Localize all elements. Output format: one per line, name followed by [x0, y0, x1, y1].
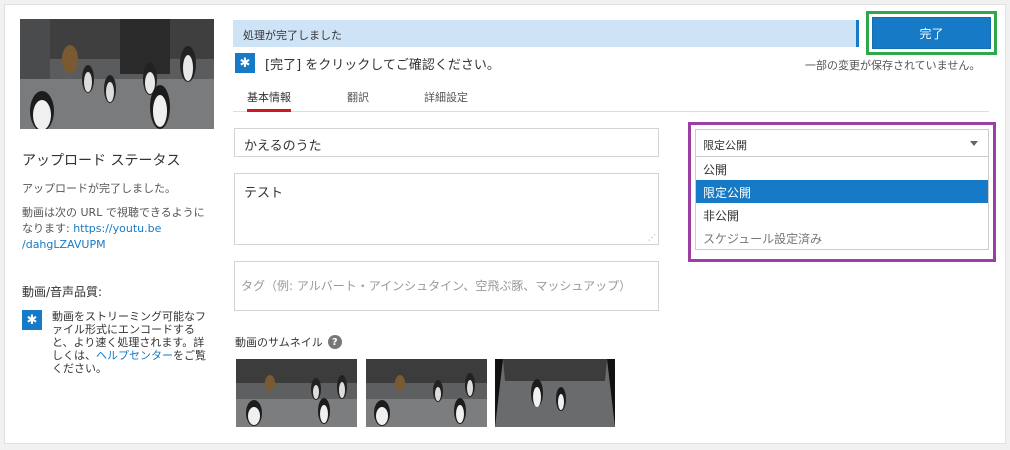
- help-center-link[interactable]: ヘルプセンター: [96, 349, 173, 362]
- penguin-thumbnail-image: [495, 359, 615, 427]
- quality-title: 動画/音声品質:: [22, 285, 103, 299]
- resize-handle-icon[interactable]: ⋰: [648, 233, 656, 242]
- confirm-text: [完了] をクリックしてご確認ください。: [265, 57, 500, 73]
- upload-sidebar: アップロード ステータス アップロードが完了しました。 動画は次の URL で視…: [22, 150, 212, 375]
- penguin-thumbnail-image: [236, 359, 357, 427]
- privacy-select[interactable]: 限定公開: [695, 129, 989, 157]
- tab-bar: 基本情報 翻訳 詳細設定: [233, 86, 989, 112]
- tab-basic-info[interactable]: 基本情報: [247, 89, 291, 112]
- video-url-link-part1[interactable]: https://youtu.be: [73, 222, 161, 235]
- privacy-option-unlisted[interactable]: 限定公開: [696, 180, 988, 203]
- processing-status-bar: 処理が完了しました: [233, 20, 859, 47]
- penguin-scene-image: [20, 19, 214, 129]
- star-icon: ✱: [22, 310, 42, 330]
- privacy-option-private[interactable]: 非公開: [696, 203, 988, 226]
- quality-info: ✱ 動画をストリーミング可能なファイル形式にエンコードすると、より速く処理されま…: [22, 310, 212, 375]
- thumbnails-label: 動画のサムネイル ?: [235, 334, 342, 350]
- confirm-message: ✱ [完了] をクリックしてご確認ください。: [235, 53, 500, 73]
- tags-input[interactable]: タグ（例: アルバート・アインシュタイン、空飛ぶ豚、マッシュアップ）: [234, 261, 659, 311]
- upload-done-text: アップロードが完了しました。: [22, 182, 176, 195]
- quality-text: 動画をストリーミング可能なファイル形式にエンコードすると、より速く処理されます。…: [52, 310, 212, 375]
- done-button-highlight: 完了: [866, 11, 997, 55]
- penguin-thumbnail-image: [366, 359, 487, 427]
- unsaved-changes-text: 一部の変更が保存されていません。: [805, 59, 981, 72]
- tab-translation[interactable]: 翻訳: [347, 89, 369, 112]
- star-icon: ✱: [235, 53, 255, 73]
- description-input[interactable]: テスト ⋰: [234, 173, 659, 245]
- privacy-option-public[interactable]: 公開: [696, 157, 988, 180]
- help-icon[interactable]: ?: [327, 335, 342, 349]
- thumbnail-option-1[interactable]: [236, 359, 357, 427]
- thumbnail-option-2[interactable]: [366, 359, 487, 427]
- privacy-selected-value: 限定公開: [703, 139, 747, 152]
- privacy-highlight: 限定公開 公開 限定公開 非公開 スケジュール設定済み: [688, 122, 996, 262]
- privacy-options-list: 公開 限定公開 非公開 スケジュール設定済み: [695, 157, 989, 250]
- upload-status-title: アップロード ステータス: [22, 153, 181, 169]
- done-button[interactable]: 完了: [872, 17, 991, 49]
- tab-advanced-settings[interactable]: 詳細設定: [424, 89, 468, 112]
- thumbnails-label-text: 動画のサムネイル: [235, 336, 323, 349]
- video-url-text: 動画は次の URL で視聴できるようになります: https://youtu.b…: [22, 205, 212, 253]
- video-preview[interactable]: [20, 19, 214, 129]
- description-text: テスト: [244, 186, 284, 201]
- thumbnail-option-3[interactable]: [495, 359, 615, 427]
- privacy-option-scheduled[interactable]: スケジュール設定済み: [696, 226, 988, 249]
- chevron-down-icon: [970, 141, 978, 146]
- title-input[interactable]: かえるのうた: [234, 128, 659, 157]
- video-url-link-part2[interactable]: /dahgLZAVUPM: [22, 238, 106, 251]
